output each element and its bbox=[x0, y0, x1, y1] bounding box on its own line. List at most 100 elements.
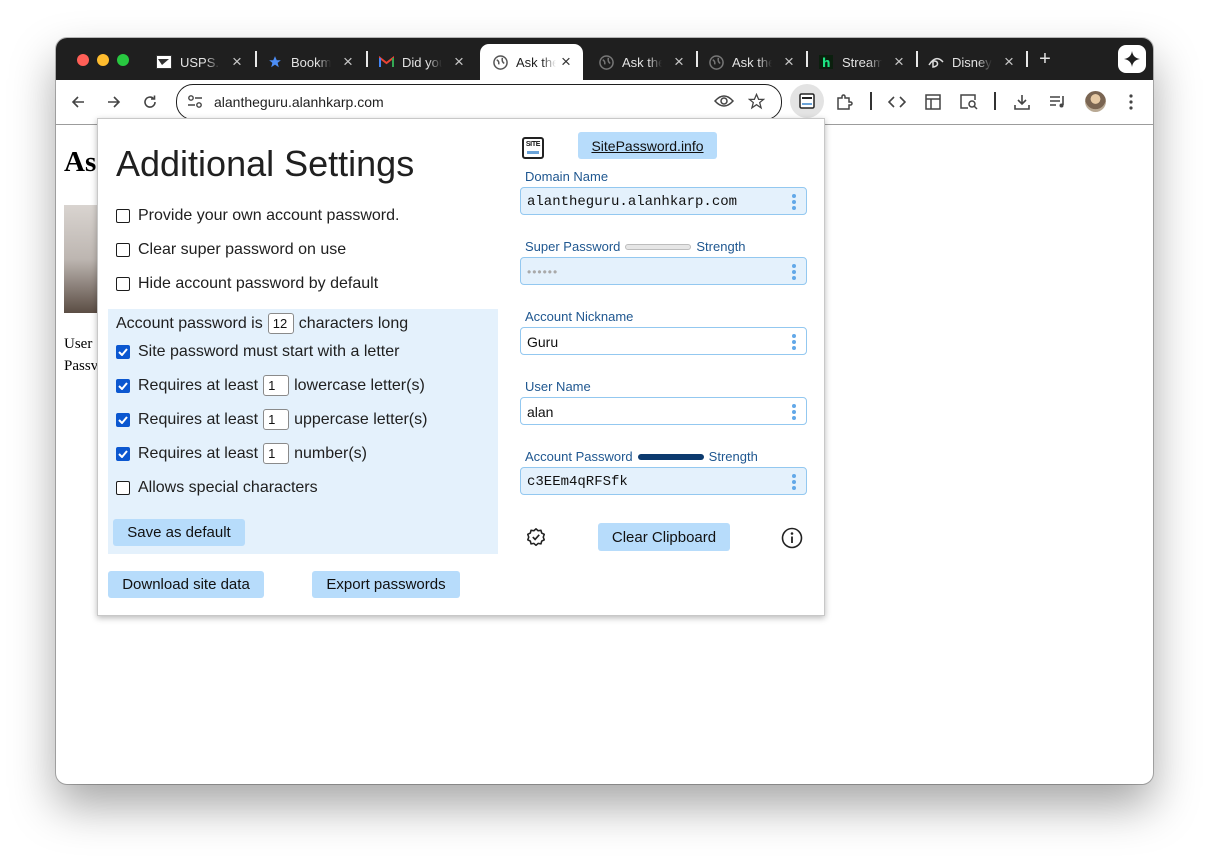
own-password-option[interactable]: Provide your own account password. bbox=[116, 207, 399, 225]
clear-super-option[interactable]: Clear super password on use bbox=[116, 241, 346, 259]
chrome-menu-button[interactable] bbox=[1119, 90, 1143, 114]
super-strength-label: Strength bbox=[696, 239, 746, 254]
special-chars-checkbox[interactable] bbox=[116, 481, 130, 495]
account-nickname-label: Account Nickname bbox=[525, 309, 634, 324]
devtools-button[interactable] bbox=[885, 90, 909, 114]
super-password-label-row: Super Password Strength bbox=[525, 239, 746, 254]
tab-disney[interactable]: Disney × bbox=[916, 44, 1026, 80]
downloads-button[interactable] bbox=[1010, 90, 1034, 114]
user-name-field[interactable]: alan bbox=[520, 397, 807, 425]
popup-title: Additional Settings bbox=[116, 143, 415, 184]
close-tab-icon[interactable]: × bbox=[228, 53, 246, 71]
globe-icon bbox=[598, 54, 614, 70]
field-menu-icon[interactable] bbox=[790, 334, 798, 350]
search-tab-button[interactable] bbox=[957, 90, 981, 114]
tab-ask-the-guru-active[interactable]: Ask the × bbox=[480, 44, 583, 80]
globe-icon bbox=[708, 54, 724, 70]
start-letter-checkbox[interactable] bbox=[116, 345, 130, 359]
clear-clipboard-button[interactable]: Clear Clipboard bbox=[598, 523, 730, 551]
close-tab-icon[interactable]: × bbox=[450, 53, 468, 71]
tab-ask-the-guru[interactable]: Ask the × bbox=[586, 44, 696, 80]
tab-ask-the-guru[interactable]: Ask the × bbox=[696, 44, 806, 80]
url-text: alantheguru.alanhkarp.com bbox=[214, 94, 384, 110]
account-password-field[interactable]: c3EEm4qRFSfk bbox=[520, 467, 807, 495]
lowercase-prefix: Requires at least bbox=[138, 376, 259, 394]
field-menu-icon[interactable] bbox=[790, 404, 798, 420]
close-tab-icon[interactable]: × bbox=[890, 53, 908, 71]
number-prefix: Requires at least bbox=[138, 444, 259, 462]
uppercase-prefix: Requires at least bbox=[138, 410, 259, 428]
own-password-checkbox[interactable] bbox=[116, 209, 130, 223]
reload-icon bbox=[144, 95, 156, 108]
length-input[interactable]: 12 bbox=[267, 313, 294, 334]
arrow-left-icon bbox=[71, 96, 84, 108]
hide-password-checkbox[interactable] bbox=[116, 277, 130, 291]
uppercase-checkbox[interactable] bbox=[116, 412, 130, 427]
tab-gmail[interactable]: Did you × bbox=[366, 44, 476, 80]
length-row: Account password is 12 characters long bbox=[116, 313, 408, 334]
tab-bookmarks[interactable]: Bookm × bbox=[255, 44, 365, 80]
close-tab-icon[interactable]: × bbox=[780, 53, 798, 71]
sitepassword-extension-button[interactable] bbox=[790, 84, 824, 118]
super-password-field[interactable]: •••••• bbox=[520, 257, 807, 285]
tab-separator bbox=[1026, 51, 1028, 67]
bookmark-star-icon[interactable] bbox=[747, 92, 766, 115]
field-menu-icon[interactable] bbox=[790, 194, 798, 210]
clear-super-checkbox[interactable] bbox=[116, 243, 130, 257]
eye-icon[interactable] bbox=[713, 93, 735, 114]
address-bar[interactable]: alantheguru.alanhkarp.com bbox=[176, 84, 782, 120]
start-letter-option[interactable]: Site password must start with a letter bbox=[116, 343, 399, 361]
close-tab-icon[interactable]: × bbox=[670, 53, 688, 71]
gemini-button[interactable] bbox=[1118, 45, 1146, 73]
account-nickname-value: Guru bbox=[527, 334, 559, 350]
tab-usps[interactable]: USPS.c × bbox=[144, 44, 254, 80]
clear-super-label: Clear super password on use bbox=[138, 241, 347, 258]
sitepassword-info-link[interactable]: SitePassword.info bbox=[578, 132, 717, 159]
close-tab-icon[interactable]: × bbox=[339, 53, 357, 71]
reload-button[interactable] bbox=[138, 90, 162, 114]
lowercase-count-input[interactable]: 1 bbox=[263, 375, 290, 396]
close-window-button[interactable] bbox=[77, 54, 89, 66]
lowercase-suffix: lowercase letter(s) bbox=[294, 376, 425, 394]
field-menu-icon[interactable] bbox=[790, 264, 798, 280]
extensions-button[interactable] bbox=[832, 90, 856, 114]
field-menu-icon[interactable] bbox=[790, 474, 798, 490]
page-text-line: User bbox=[64, 336, 93, 352]
uppercase-count-input[interactable]: 1 bbox=[263, 409, 290, 430]
password-rules-panel: Account password is 12 characters long S… bbox=[108, 309, 498, 554]
account-password-label: Account Password bbox=[525, 449, 633, 464]
special-chars-option[interactable]: Allows special characters bbox=[116, 479, 318, 497]
media-controls-button[interactable] bbox=[1046, 90, 1070, 114]
tab-title: USPS.c bbox=[180, 54, 220, 70]
account-nickname-field[interactable]: Guru bbox=[520, 327, 807, 355]
number-suffix: number(s) bbox=[294, 444, 367, 462]
special-chars-label: Allows special characters bbox=[138, 479, 318, 496]
site-settings-icon[interactable] bbox=[187, 94, 203, 110]
hide-password-option[interactable]: Hide account password by default bbox=[116, 275, 378, 293]
tab-title: Stream bbox=[842, 54, 882, 70]
uppercase-suffix: uppercase letter(s) bbox=[294, 410, 428, 428]
close-tab-icon[interactable]: × bbox=[557, 53, 575, 71]
settings-gear-icon[interactable] bbox=[525, 527, 547, 549]
tab-hulu[interactable]: h Stream × bbox=[806, 44, 916, 80]
gmail-icon bbox=[378, 54, 394, 70]
info-icon[interactable] bbox=[781, 527, 803, 549]
export-passwords-button[interactable]: Export passwords bbox=[312, 571, 460, 598]
number-checkbox[interactable] bbox=[116, 446, 130, 461]
domain-name-field[interactable]: alantheguru.alanhkarp.com bbox=[520, 187, 807, 215]
number-count-input[interactable]: 1 bbox=[263, 443, 290, 464]
save-as-default-button[interactable]: Save as default bbox=[113, 519, 245, 546]
super-password-value: •••••• bbox=[527, 265, 559, 279]
domain-name-value: alantheguru.alanhkarp.com bbox=[527, 194, 738, 210]
download-site-data-button[interactable]: Download site data bbox=[108, 571, 264, 598]
forward-button[interactable] bbox=[102, 90, 126, 114]
new-tab-button[interactable]: + bbox=[1034, 48, 1056, 70]
close-tab-icon[interactable]: × bbox=[1000, 53, 1018, 71]
avatar[interactable] bbox=[1085, 91, 1106, 112]
maximize-window-button[interactable] bbox=[117, 54, 129, 66]
lowercase-checkbox[interactable] bbox=[116, 378, 130, 393]
page-text-line: Passv bbox=[64, 358, 99, 374]
minimize-window-button[interactable] bbox=[97, 54, 109, 66]
back-button[interactable] bbox=[66, 90, 90, 114]
side-panel-button[interactable] bbox=[921, 90, 945, 114]
